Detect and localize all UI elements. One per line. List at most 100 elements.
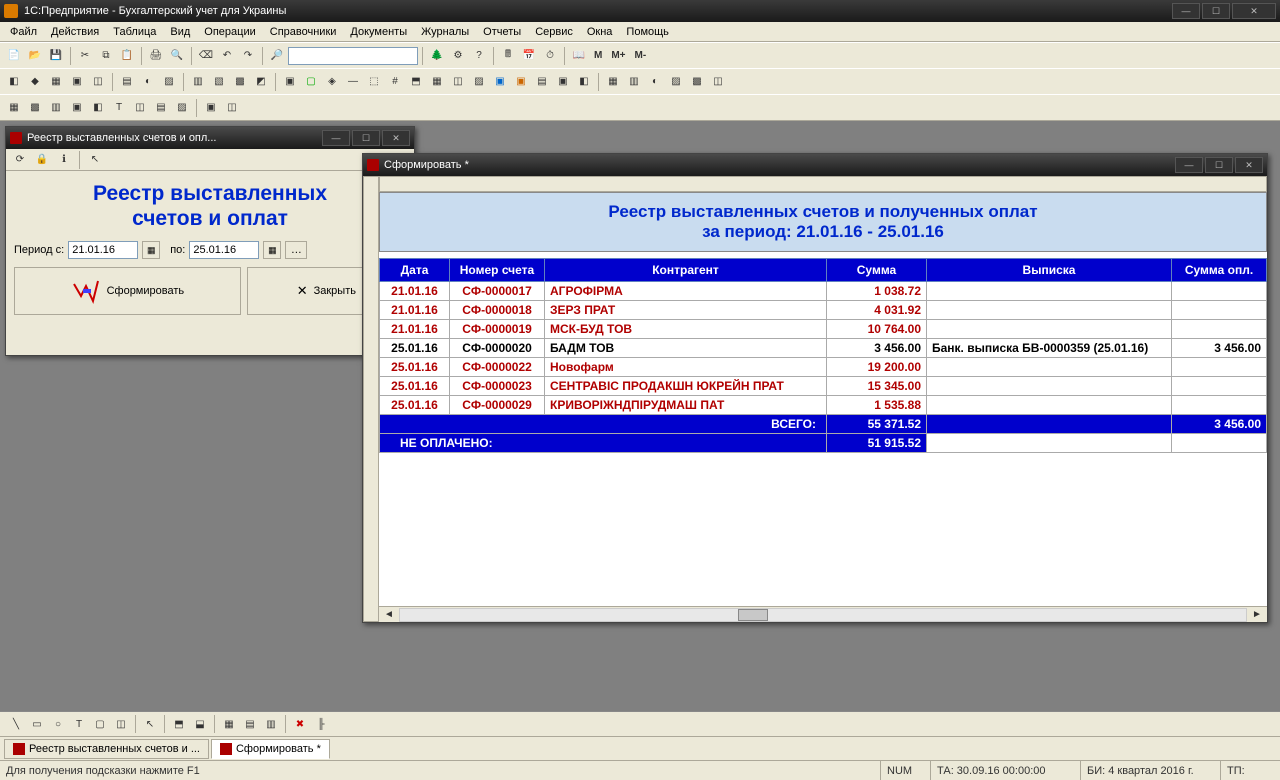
tb3-icon-2[interactable]: ▩ <box>25 98 45 118</box>
dlg-close-button[interactable]: ✕ <box>382 130 410 146</box>
period-from-input[interactable] <box>68 241 138 259</box>
form-report-button[interactable]: Сформировать <box>14 267 241 315</box>
tb2-icon-23[interactable]: ▣ <box>490 72 510 92</box>
maximize-button[interactable]: ☐ <box>1202 3 1230 19</box>
calendar-icon[interactable]: 📅 <box>519 46 539 66</box>
menu-journals[interactable]: Журналы <box>415 24 475 40</box>
menu-operations[interactable]: Операции <box>198 24 261 40</box>
tb2-icon-18[interactable]: # <box>385 72 405 92</box>
save-icon[interactable]: 💾 <box>46 46 66 66</box>
tb2-icon-25[interactable]: ▤ <box>532 72 552 92</box>
props-icon[interactable]: ⚙ <box>448 46 468 66</box>
bt-select-icon[interactable]: ↖ <box>140 714 160 734</box>
bt-grid1-icon[interactable]: ▦ <box>219 714 239 734</box>
report-titlebar[interactable]: Сформировать * — ☐ ✕ <box>363 154 1267 176</box>
undo-icon[interactable]: ↶ <box>217 46 237 66</box>
scroll-right-icon[interactable]: ► <box>1247 605 1267 623</box>
tb2-icon-20[interactable]: ▦ <box>427 72 447 92</box>
task-tab-filter[interactable]: Реестр выставленных счетов и ... <box>4 739 209 759</box>
tb2-icon-26[interactable]: ▣ <box>553 72 573 92</box>
tb2-icon-19[interactable]: ⬒ <box>406 72 426 92</box>
calc-icon[interactable]: 🖩 <box>498 46 518 66</box>
menu-file[interactable]: Файл <box>4 24 43 40</box>
tb3-icon-8[interactable]: ▤ <box>151 98 171 118</box>
bt-align1-icon[interactable]: ⬒ <box>169 714 189 734</box>
dlg-maximize-button[interactable]: ☐ <box>352 130 380 146</box>
tb3-icon-9[interactable]: ▨ <box>172 98 192 118</box>
tb2-icon-32[interactable]: ▩ <box>687 72 707 92</box>
cut-icon[interactable]: ✂ <box>75 46 95 66</box>
bt-shape2-icon[interactable]: ◫ <box>111 714 131 734</box>
tb3-icon-1[interactable]: ▦ <box>4 98 24 118</box>
tree-icon[interactable]: 🌲 <box>427 46 447 66</box>
tb2-icon-11[interactable]: ▩ <box>230 72 250 92</box>
tb2-icon-30[interactable]: ◐ <box>645 72 665 92</box>
delete-icon[interactable]: ⌫ <box>196 46 216 66</box>
preview-icon[interactable]: 🔍 <box>167 46 187 66</box>
tb2-icon-6[interactable]: ▤ <box>117 72 137 92</box>
bt-rect-icon[interactable]: ▭ <box>27 714 47 734</box>
tb3-icon-4[interactable]: ▣ <box>67 98 87 118</box>
tb2-icon-10[interactable]: ▧ <box>209 72 229 92</box>
memory-mminus-button[interactable]: M- <box>631 46 651 66</box>
rpt-maximize-button[interactable]: ☐ <box>1205 157 1233 173</box>
paste-icon[interactable]: 📋 <box>117 46 137 66</box>
tb3-icon-11[interactable]: ◫ <box>222 98 242 118</box>
table-row[interactable]: 21.01.16СФ-0000018ЗЕРЗ ПРАТ4 031.92 <box>380 301 1267 320</box>
table-row[interactable]: 21.01.16СФ-0000017АГРОФІРМА1 038.72 <box>380 282 1267 301</box>
tb2-icon-27[interactable]: ◧ <box>574 72 594 92</box>
menu-service[interactable]: Сервис <box>529 24 579 40</box>
filter-dialog-titlebar[interactable]: Реестр выставленных счетов и опл... — ☐ … <box>6 127 414 149</box>
print-icon[interactable]: 🖨 <box>146 46 166 66</box>
table-row[interactable]: 25.01.16СФ-0000020БАДМ ТОВ3 456.00Банк. … <box>380 339 1267 358</box>
lock-icon[interactable]: 🔒 <box>32 150 52 170</box>
tb2-icon-16[interactable]: — <box>343 72 363 92</box>
bt-line-icon[interactable]: ╲ <box>6 714 26 734</box>
tb2-icon-4[interactable]: ▣ <box>67 72 87 92</box>
tb2-icon-31[interactable]: ▨ <box>666 72 686 92</box>
period-choose-button[interactable]: … <box>285 241 307 259</box>
scroll-thumb[interactable] <box>738 609 768 621</box>
tb2-icon-13[interactable]: ▣ <box>280 72 300 92</box>
menu-actions[interactable]: Действия <box>45 24 105 40</box>
tb2-icon-28[interactable]: ▦ <box>603 72 623 92</box>
period-to-calendar-button[interactable]: ▦ <box>263 241 281 259</box>
tb2-icon-8[interactable]: ▨ <box>159 72 179 92</box>
tb3-icon-6[interactable]: T <box>109 98 129 118</box>
new-doc-icon[interactable]: 📄 <box>4 46 24 66</box>
tb2-icon-14[interactable]: ▢ <box>301 72 321 92</box>
bt-circle-icon[interactable]: ○ <box>48 714 68 734</box>
minimize-button[interactable]: — <box>1172 3 1200 19</box>
scroll-left-icon[interactable]: ◄ <box>379 605 399 623</box>
table-row[interactable]: 21.01.16СФ-0000019МСК-БУД ТОВ10 764.00 <box>380 320 1267 339</box>
tb3-icon-5[interactable]: ◧ <box>88 98 108 118</box>
bt-shape1-icon[interactable]: ▢ <box>90 714 110 734</box>
bt-grid2-icon[interactable]: ▤ <box>240 714 260 734</box>
tb3-icon-7[interactable]: ◫ <box>130 98 150 118</box>
info-icon[interactable]: ℹ <box>54 150 74 170</box>
tb2-icon-5[interactable]: ◫ <box>88 72 108 92</box>
bt-align2-icon[interactable]: ⬓ <box>190 714 210 734</box>
memory-mplus-button[interactable]: M+ <box>607 46 629 66</box>
menu-help[interactable]: Помощь <box>620 24 675 40</box>
task-tab-report[interactable]: Сформировать * <box>211 739 330 759</box>
tb2-icon-7[interactable]: ◐ <box>138 72 158 92</box>
period-from-calendar-button[interactable]: ▦ <box>142 241 160 259</box>
cursor-icon[interactable]: ↖ <box>85 150 105 170</box>
menu-view[interactable]: Вид <box>164 24 196 40</box>
copy-icon[interactable]: ⧉ <box>96 46 116 66</box>
horizontal-scrollbar[interactable]: ◄ ► <box>379 606 1267 622</box>
table-row[interactable]: 25.01.16СФ-0000022Новофарм19 200.00 <box>380 358 1267 377</box>
open-icon[interactable]: 📂 <box>25 46 45 66</box>
rpt-minimize-button[interactable]: — <box>1175 157 1203 173</box>
tb2-icon-22[interactable]: ▨ <box>469 72 489 92</box>
tb2-icon-24[interactable]: ▣ <box>511 72 531 92</box>
find-icon[interactable]: 🔎 <box>267 46 287 66</box>
tb2-icon-21[interactable]: ◫ <box>448 72 468 92</box>
report-scroll-area[interactable]: Реестр выставленных счетов и полученных … <box>379 192 1267 606</box>
book-icon[interactable]: 📖 <box>569 46 589 66</box>
table-row[interactable]: 25.01.16СФ-0000029КРИВОРІЖНДПІРУДМАШ ПАТ… <box>380 396 1267 415</box>
bt-grid3-icon[interactable]: ▥ <box>261 714 281 734</box>
tb2-icon-29[interactable]: ▥ <box>624 72 644 92</box>
memory-m-button[interactable]: M <box>590 46 606 66</box>
